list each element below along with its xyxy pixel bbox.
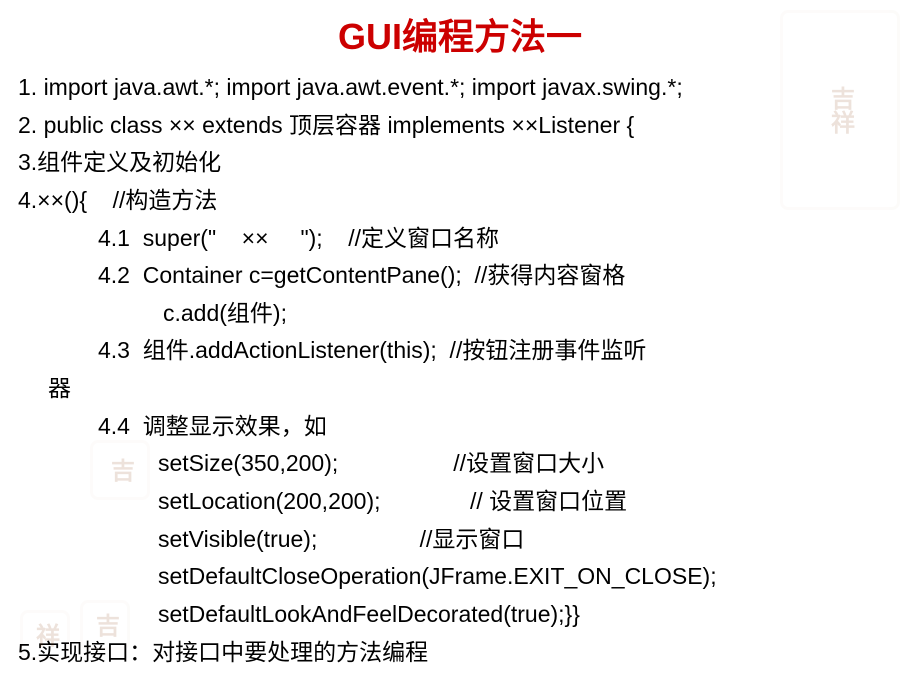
code-line-4-4c: setVisible(true); //显示窗口 [18, 522, 902, 558]
code-line-5: 5.实现接口：对接口中要处理的方法编程 [18, 635, 902, 671]
code-line-4-2b: c.add(组件); [18, 296, 902, 332]
slide-title: GUI编程方法一 [0, 0, 920, 70]
code-line-4: 4.××(){ //构造方法 [18, 183, 902, 219]
code-line-4-1: 4.1 super(" ×× "); //定义窗口名称 [18, 221, 902, 257]
code-line-4-4: 4.4 调整显示效果，如 [18, 409, 902, 445]
code-line-4-4d: setDefaultCloseOperation(JFrame.EXIT_ON_… [18, 559, 902, 595]
code-line-4-3b: 器 [18, 371, 902, 407]
code-line-4-4e: setDefaultLookAndFeelDecorated(true);}} [18, 597, 902, 633]
code-line-4-3: 4.3 组件.addActionListener(this); //按钮注册事件… [18, 333, 902, 369]
code-line-4-2: 4.2 Container c=getContentPane(); //获得内容… [18, 258, 902, 294]
code-line-4-4b: setLocation(200,200); // 设置窗口位置 [18, 484, 902, 520]
code-line-2: 2. public class ×× extends 顶层容器 implemen… [18, 108, 902, 144]
slide-content: 1. import java.awt.*; import java.awt.ev… [0, 70, 920, 670]
code-line-4-4a: setSize(350,200); //设置窗口大小 [18, 446, 902, 482]
code-line-1: 1. import java.awt.*; import java.awt.ev… [18, 70, 902, 106]
code-line-3: 3.组件定义及初始化 [18, 145, 902, 181]
